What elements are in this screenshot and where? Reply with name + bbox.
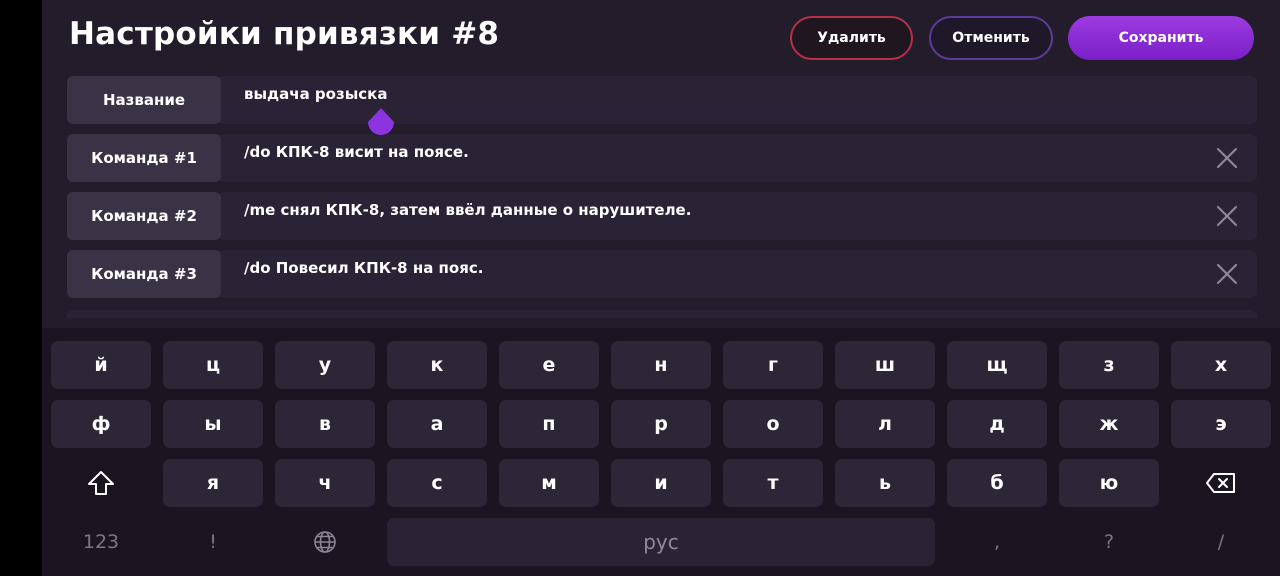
key-д[interactable]: д [947,400,1047,448]
command-value-3[interactable]: /do Повесил КПК-8 на пояс. [244,259,483,277]
command-row-2: Команда #2 /me снял КПК-8, затем ввёл да… [67,192,1257,240]
language-key[interactable] [275,518,375,566]
cursor-handle-icon[interactable] [365,108,397,142]
backspace-icon [1206,473,1235,493]
globe-icon [314,531,336,553]
key-г[interactable]: г [723,341,823,389]
key-comma[interactable]: , [947,518,1047,566]
key-э[interactable]: э [1171,400,1271,448]
screen: Настройки привязки #8 Удалить Отменить С… [42,0,1280,576]
key-question[interactable]: ? [1059,518,1159,566]
key-р[interactable]: р [611,400,711,448]
backspace-key[interactable] [1171,459,1271,507]
key-ю[interactable]: ю [1059,459,1159,507]
shift-key[interactable] [51,459,151,507]
key-л[interactable]: л [835,400,935,448]
key-о[interactable]: о [723,400,823,448]
command-label-3: Команда #3 [67,250,221,298]
key-в[interactable]: в [275,400,375,448]
key-з[interactable]: з [1059,341,1159,389]
shift-icon [88,471,114,495]
key-а[interactable]: а [387,400,487,448]
key-я[interactable]: я [163,459,263,507]
key-щ[interactable]: щ [947,341,1047,389]
key-й[interactable]: й [51,341,151,389]
command-label-2: Команда #2 [67,192,221,240]
key-ч[interactable]: ч [275,459,375,507]
key-п[interactable]: п [499,400,599,448]
key-ф[interactable]: ф [51,400,151,448]
key-е[interactable]: е [499,341,599,389]
key-ш[interactable]: ш [835,341,935,389]
command-row-3: Команда #3 /do Повесил КПК-8 на пояс. [67,250,1257,298]
command-label-1: Команда #1 [67,134,221,182]
name-row: Название выдача розыска [67,76,1257,124]
cancel-button[interactable]: Отменить [929,16,1053,60]
on-screen-keyboard: й ц у к е н г ш щ з х ф ы в а п р о л д … [42,328,1280,576]
key-б[interactable]: б [947,459,1047,507]
close-icon[interactable] [1215,204,1239,228]
key-с[interactable]: с [387,459,487,507]
key-slash[interactable]: / [1171,518,1271,566]
page-title: Настройки привязки #8 [69,16,500,52]
key-и[interactable]: и [611,459,711,507]
key-у[interactable]: у [275,341,375,389]
key-ь[interactable]: ь [835,459,935,507]
key-н[interactable]: н [611,341,711,389]
key-к[interactable]: к [387,341,487,389]
key-т[interactable]: т [723,459,823,507]
space-key[interactable]: рус [387,518,935,566]
key-exclamation[interactable]: ! [163,518,263,566]
key-ц[interactable]: ц [163,341,263,389]
key-ж[interactable]: ж [1059,400,1159,448]
key-м[interactable]: м [499,459,599,507]
name-label: Название [67,76,221,124]
close-icon[interactable] [1215,262,1239,286]
save-button[interactable]: Сохранить [1068,16,1254,60]
key-ы[interactable]: ы [163,400,263,448]
command-value-2[interactable]: /me снял КПК-8, затем ввёл данные о нару… [244,201,691,219]
command-row-4-partial [67,310,1257,318]
name-value[interactable]: выдача розыска [244,85,387,103]
delete-button[interactable]: Удалить [790,16,913,60]
numbers-key[interactable]: 123 [51,518,151,566]
close-icon[interactable] [1215,146,1239,170]
key-х[interactable]: х [1171,341,1271,389]
command-row-1: Команда #1 /do КПК-8 висит на поясе. [67,134,1257,182]
command-value-1[interactable]: /do КПК-8 висит на поясе. [244,143,469,161]
